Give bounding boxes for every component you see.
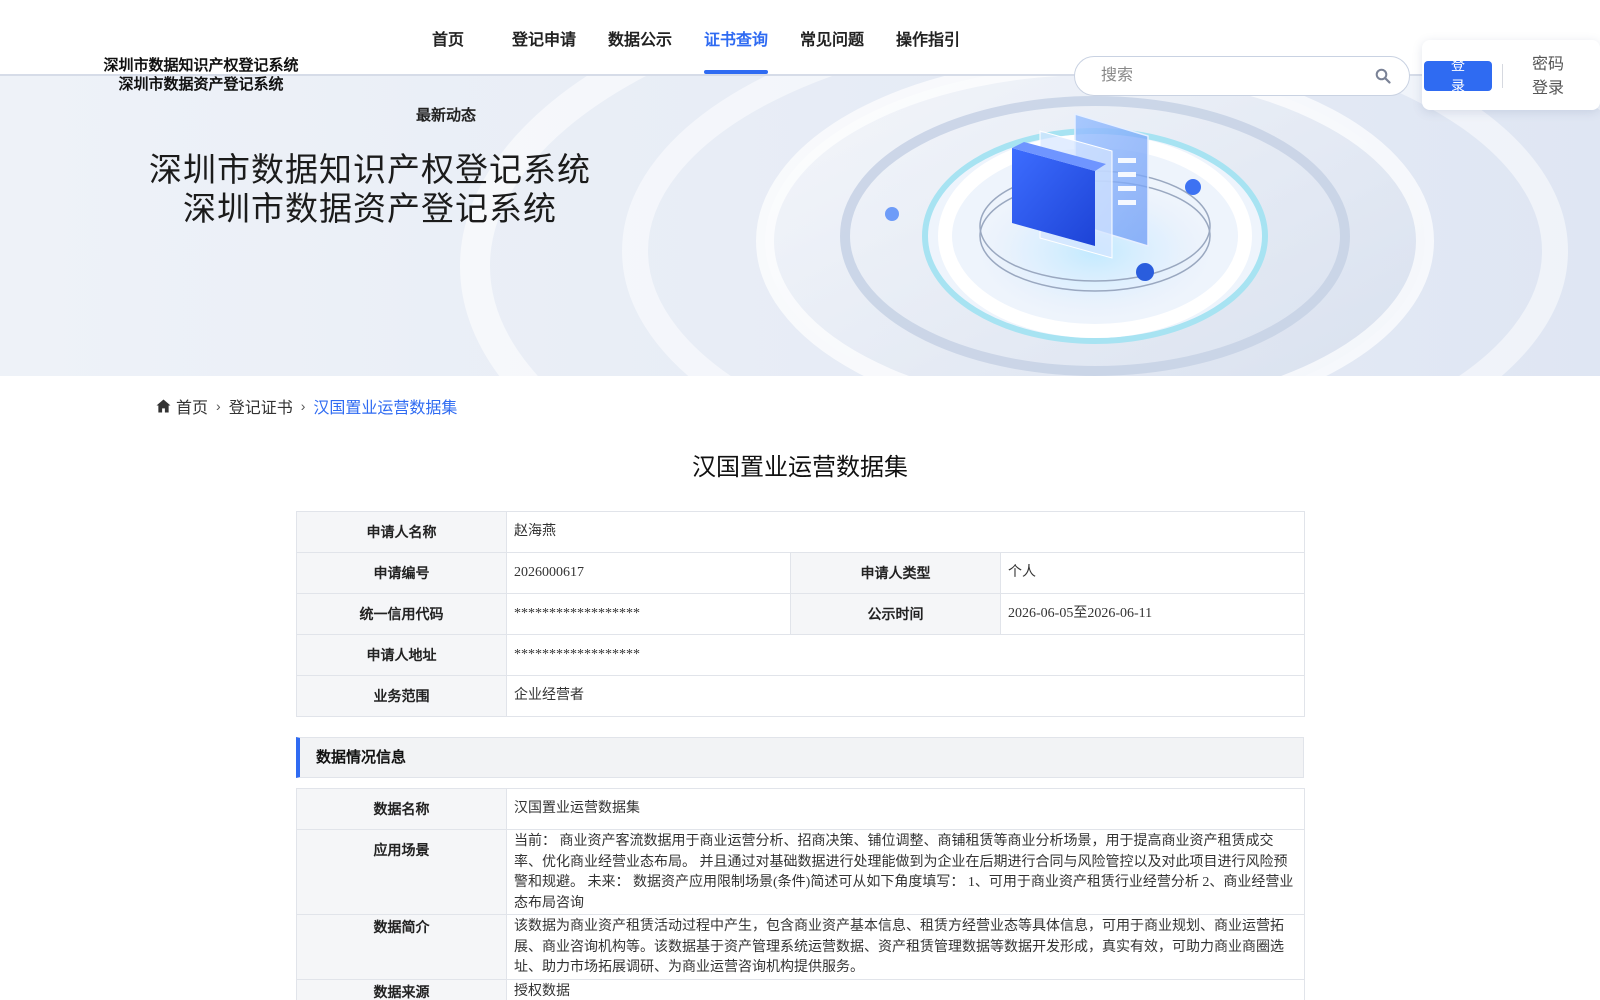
table-row: 应用场景 当前： 商业资产客流数据用于商业运营分析、招商决策、铺位调整、商铺租赁… <box>296 829 1305 915</box>
breadcrumb-home[interactable]: 首页 <box>176 394 208 418</box>
application-scenario-label: 应用场景 <box>296 829 507 915</box>
nav-item-faq[interactable]: 常见问题 <box>800 26 864 50</box>
nav-item-data-publicity[interactable]: 数据公示 <box>608 26 672 50</box>
breadcrumb: 首页 › 登记证书 › 汉国置业运营数据集 <box>156 394 458 418</box>
breadcrumb-current: 汉国置业运营数据集 <box>313 400 458 417</box>
application-scenario-value: 当前： 商业资产客流数据用于商业运营分析、招商决策、铺位调整、商铺租赁等商业分析… <box>506 829 1305 915</box>
table-row: 数据来源 授权数据 <box>296 978 1305 1000</box>
table-row: 统一信用代码 ****************** 公示时间 2026-06-0… <box>296 593 1305 635</box>
chevron-right-icon: › <box>216 398 221 414</box>
nav-item-home[interactable]: 首页 <box>432 26 464 50</box>
login-divider <box>1502 64 1503 88</box>
data-intro-value: 该数据为商业资产租赁活动过程中产生，包含商业资产基本信息、租赁方经营业态等具体信… <box>506 914 1305 980</box>
data-name-value: 汉国置业运营数据集 <box>506 788 1305 830</box>
table-row: 数据名称 汉国置业运营数据集 <box>296 788 1305 830</box>
publicity-period-value: 2026-06-05至2026-06-11 <box>1000 593 1305 635</box>
data-source-value: 授权数据 <box>506 978 1305 1000</box>
applicant-type-label: 申请人类型 <box>790 552 1001 594</box>
table-row: 数据简介 该数据为商业资产租赁活动过程中产生，包含商业资产基本信息、租赁方经营业… <box>296 914 1305 980</box>
nav-item-register-apply[interactable]: 登记申请 <box>512 26 576 50</box>
table-row: 申请编号 2026000617 申请人类型 个人 <box>296 552 1305 594</box>
data-name-label: 数据名称 <box>296 788 507 830</box>
business-scope-value: 企业经营者 <box>506 675 1305 717</box>
data-intro-label: 数据简介 <box>296 914 507 980</box>
search-box <box>1074 56 1410 96</box>
data-info-table: 数据名称 汉国置业运营数据集 应用场景 当前： 商业资产客流数据用于商业运营分析… <box>296 788 1305 1000</box>
login-button[interactable]: 登录 <box>1424 61 1492 91</box>
application-number-label: 申请编号 <box>296 552 507 594</box>
applicant-name-value: 赵海燕 <box>506 511 1305 553</box>
applicant-address-value: ****************** <box>506 634 1305 676</box>
chevron-right-icon: › <box>300 398 306 414</box>
logo-line-2: 深圳市数据资产登记系统 <box>118 76 284 93</box>
application-number-value: 2026000617 <box>506 552 791 594</box>
applicant-type-value: 个人 <box>1000 552 1305 594</box>
table-row: 业务范围 企业经营者 <box>296 675 1305 717</box>
applicant-info-table: 申请人名称 赵海燕 申请编号 2026000617 申请人类型 个人 统一信用代… <box>296 511 1305 717</box>
nav-item-guide[interactable]: 操作指引 <box>896 26 960 50</box>
nav-active-indicator <box>704 70 768 74</box>
breadcrumb-certificates[interactable]: 登记证书 <box>229 394 293 418</box>
home-icon <box>156 399 171 413</box>
search-icon[interactable] <box>1375 68 1391 84</box>
hero-banner: 深圳市数据知识产权登记系统 深圳市数据资产登记系统 <box>0 76 1600 376</box>
logo-line-1: 深圳市数据知识产权登记系统 <box>103 57 299 74</box>
login-button-label: 登录 <box>1451 61 1465 91</box>
nav-item-latest-news[interactable]: 最新动态 <box>416 104 476 125</box>
table-row: 申请人名称 赵海燕 <box>296 511 1305 553</box>
banner-title-line-2: 深圳市数据资产登记系统 <box>183 190 557 227</box>
table-row: 申请人地址 ****************** <box>296 634 1305 676</box>
credit-code-label: 统一信用代码 <box>296 593 507 635</box>
applicant-address-label: 申请人地址 <box>296 634 507 676</box>
publicity-period-label: 公示时间 <box>790 593 1001 635</box>
nav-item-certificate-query[interactable]: 证书查询 <box>704 26 768 50</box>
password-login-link[interactable]: 密码登录 <box>1530 53 1566 101</box>
search-input[interactable] <box>1101 65 1361 87</box>
banner-title-line-1: 深圳市数据知识产权登记系统 <box>149 151 591 188</box>
page-title: 汉国置业运营数据集 <box>692 454 908 481</box>
credit-code-value: ****************** <box>506 593 791 635</box>
data-source-label: 数据来源 <box>296 978 507 1000</box>
banner-title: 深圳市数据知识产权登记系统 深圳市数据资产登记系统 <box>110 150 630 228</box>
data-info-section-header: 数据情况信息 <box>296 737 1304 778</box>
system-logo[interactable]: 深圳市数据知识产权登记系统 深圳市数据资产登记系统 <box>96 56 306 94</box>
business-scope-label: 业务范围 <box>296 675 507 717</box>
applicant-name-label: 申请人名称 <box>296 511 507 553</box>
